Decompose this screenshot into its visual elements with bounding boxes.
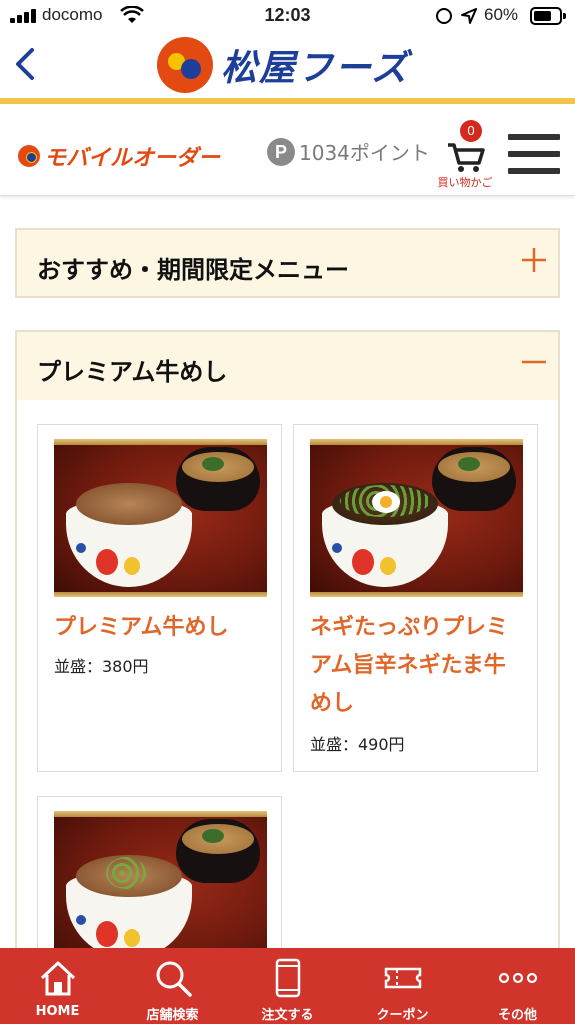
menu-item-name: プレミアム牛めし <box>54 615 229 640</box>
section-premium-gyumeshi[interactable]: プレミアム牛めし <box>15 330 560 400</box>
more-icon <box>498 972 537 984</box>
menu-item-price: 並盛：380円 <box>54 657 149 676</box>
tab-order[interactable]: 注文する <box>230 948 345 1024</box>
menu-item-image <box>54 439 267 597</box>
tab-label: その他 <box>497 1008 537 1023</box>
menu-item-image <box>54 811 267 969</box>
ticket-icon <box>384 967 421 989</box>
points-icon: P <box>267 137 295 166</box>
hamburger-menu-icon[interactable] <box>508 134 560 174</box>
app-header: 松屋フーズ <box>0 32 575 98</box>
brand-logo: 松屋フーズ <box>157 36 409 94</box>
battery-percent: 60% <box>484 5 519 24</box>
brand-logo-mark <box>157 37 213 93</box>
battery-icon <box>530 7 566 25</box>
menu-item-image <box>310 439 523 597</box>
tab-label: HOME <box>35 1004 80 1019</box>
cart-label: 買い物かご <box>437 176 493 189</box>
brand-name: 松屋フーズ <box>221 48 410 89</box>
cart-count-badge: 0 <box>460 120 482 142</box>
status-bar: docomo 12:03 60% <box>0 0 575 32</box>
points-value: 1034ポイント <box>299 141 430 165</box>
section-title: おすすめ・期間限定メニュー <box>37 256 349 284</box>
tab-label: 店舗検索 <box>146 1008 199 1023</box>
mobile-order-logo: モバイルオーダー <box>18 140 220 172</box>
mobile-order-logo-mark <box>18 145 40 167</box>
minus-icon[interactable] <box>520 348 548 376</box>
tab-label: 注文する <box>261 1008 314 1023</box>
search-icon <box>156 961 192 997</box>
plus-icon[interactable] <box>520 246 548 274</box>
sub-header: モバイルオーダー P 1034ポイント 0 買い物かご <box>0 104 575 196</box>
tab-home[interactable]: HOME <box>0 948 115 1024</box>
section-title: プレミアム牛めし <box>37 358 228 386</box>
menu-item-price: 並盛：490円 <box>310 735 405 754</box>
orientation-lock-icon <box>436 8 452 24</box>
section-recommended[interactable]: おすすめ・期間限定メニュー <box>15 228 560 298</box>
home-icon <box>40 961 75 996</box>
menu-item-card[interactable]: ネギたっぷりプレミアム旨辛ネギたま牛めし 並盛：490円 <box>293 424 538 772</box>
menu-item-card[interactable]: プレミアム牛めし 並盛：380円 <box>37 424 282 772</box>
back-icon[interactable] <box>10 46 40 82</box>
cart-button[interactable]: 0 買い物かご <box>436 120 496 190</box>
points-display: P 1034ポイント <box>267 137 430 166</box>
mobile-order-label: モバイルオーダー <box>44 146 221 171</box>
location-icon <box>461 8 477 24</box>
cart-icon <box>448 143 485 172</box>
tab-label: クーポン <box>376 1008 429 1023</box>
tab-store-search[interactable]: 店舗検索 <box>115 948 230 1024</box>
tab-coupon[interactable]: クーポン <box>345 948 460 1024</box>
phone-icon <box>275 958 300 998</box>
menu-item-name: ネギたっぷりプレミアム旨辛ネギたま牛めし <box>310 615 509 716</box>
bottom-nav: HOME 店舗検索 注文する クーポン その他 <box>0 948 575 1024</box>
tab-more[interactable]: その他 <box>460 948 575 1024</box>
